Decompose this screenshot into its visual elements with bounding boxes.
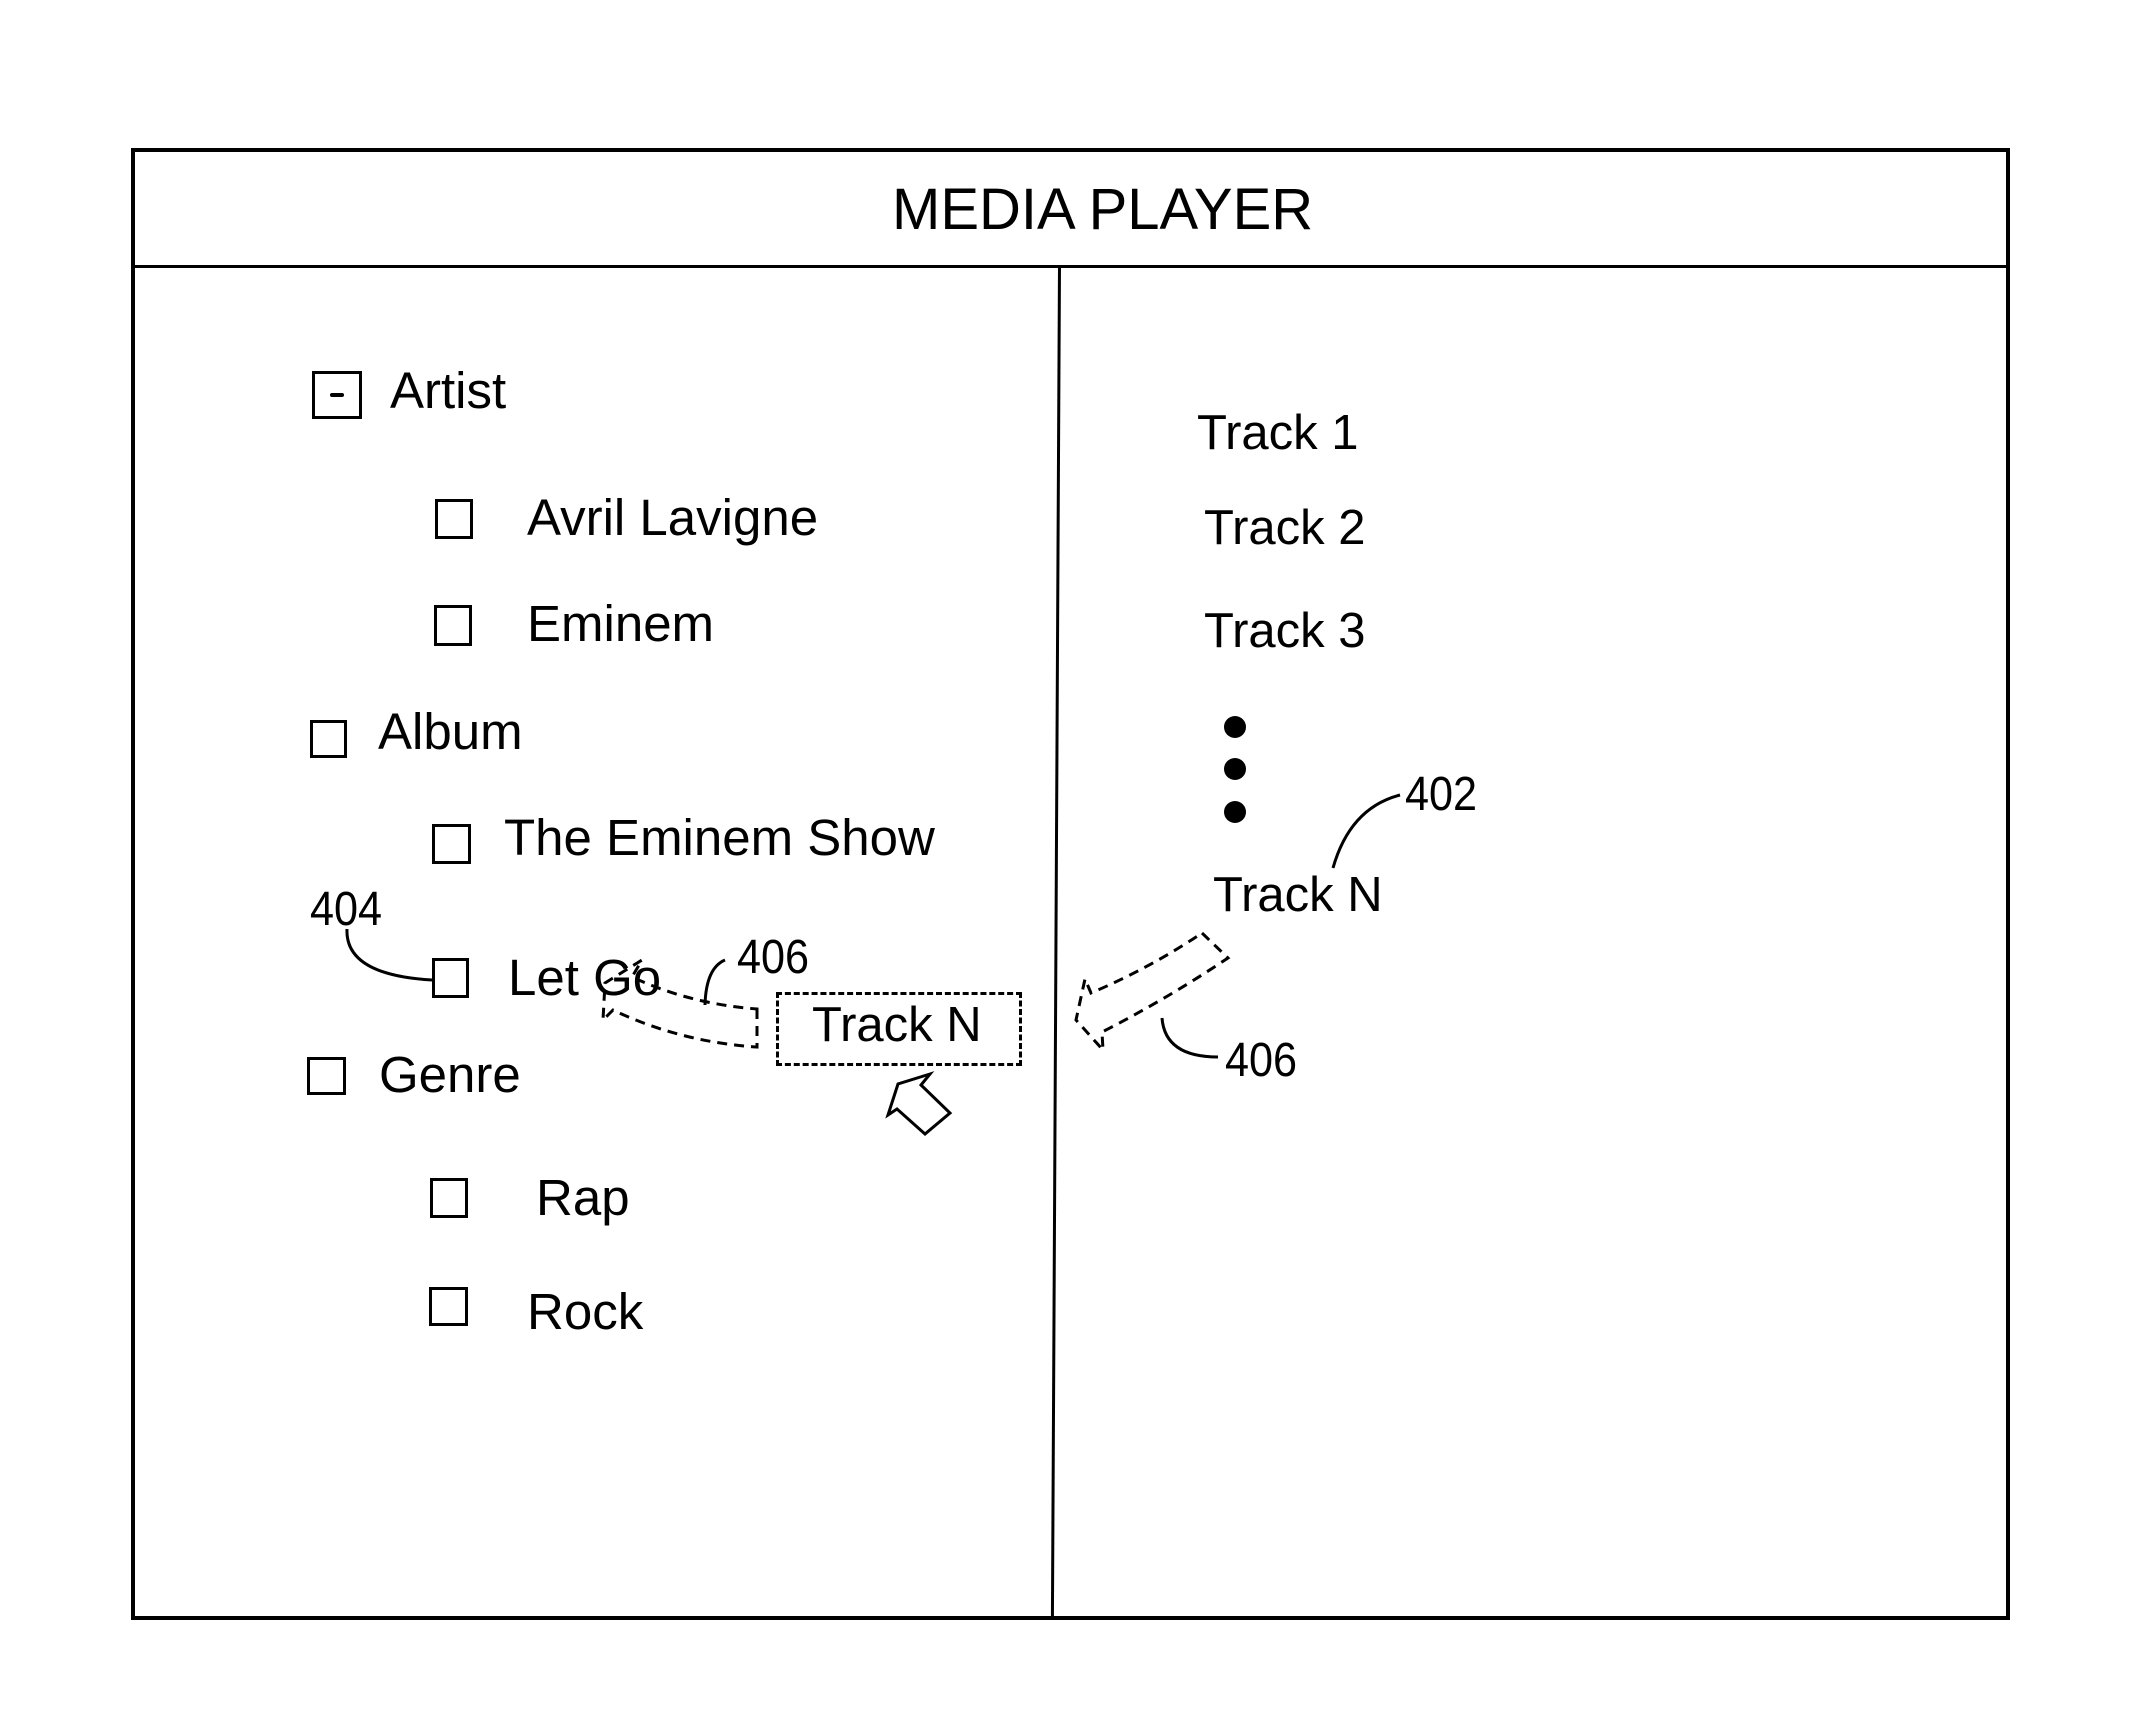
drag-ghost-label: Track N [812,998,982,1052]
tree-item-eminem[interactable]: Eminem [527,598,714,649]
album-expand-toggle[interactable] [310,720,347,758]
checkbox-avril-lavigne[interactable] [435,499,473,539]
track-item-1[interactable]: Track 1 [1197,409,1359,458]
track-item-2[interactable]: Track 2 [1204,504,1366,553]
category-genre[interactable]: Genre [379,1049,521,1100]
ellipsis-dot-icon [1224,758,1246,780]
reference-numeral-406-right: 406 [1225,1034,1298,1087]
window-title: MEDIA PLAYER [892,177,1314,242]
ellipsis-dot-icon [1224,716,1246,738]
checkbox-rock[interactable] [429,1287,468,1326]
category-artist[interactable]: Artist [390,365,506,416]
reference-numeral-402: 402 [1405,768,1478,821]
minus-icon [330,393,344,397]
checkbox-eminem[interactable] [434,605,472,646]
artist-collapse-toggle[interactable] [312,371,362,419]
ellipsis-dot-icon [1224,801,1246,823]
tree-item-rap[interactable]: Rap [536,1172,630,1223]
track-item-n[interactable]: Track N [1213,871,1383,920]
category-album[interactable]: Album [378,706,523,757]
tree-item-let-go[interactable]: Let Go [508,952,661,1003]
reference-numeral-406-left: 406 [737,931,810,984]
reference-numeral-404: 404 [310,883,383,936]
tree-item-rock[interactable]: Rock [527,1286,643,1337]
title-bar-separator [131,265,2010,268]
tree-item-avril-lavigne[interactable]: Avril Lavigne [527,492,818,543]
checkbox-let-go[interactable] [432,958,469,998]
checkbox-the-eminem-show[interactable] [432,824,471,864]
checkbox-rap[interactable] [430,1178,468,1218]
tree-item-the-eminem-show[interactable]: The Eminem Show [504,812,935,863]
track-item-3[interactable]: Track 3 [1204,607,1366,656]
genre-expand-toggle[interactable] [307,1057,346,1095]
